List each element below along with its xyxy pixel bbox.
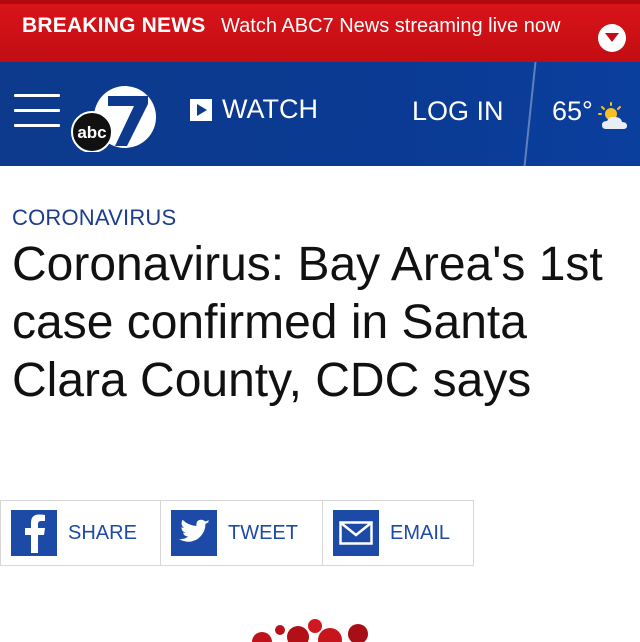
share-bar: SHARE TWEET EMAIL xyxy=(0,500,474,566)
watch-label: WATCH xyxy=(222,94,318,124)
article-image xyxy=(252,619,368,642)
envelope-icon xyxy=(333,510,379,556)
breaking-news-text[interactable]: Watch ABC7 News streaming live now xyxy=(221,15,560,38)
header-divider xyxy=(520,62,540,166)
email-share-label: EMAIL xyxy=(390,521,451,544)
menu-icon[interactable] xyxy=(14,94,60,128)
temperature[interactable]: 65° xyxy=(552,96,593,127)
site-header: abc WATCH LOG IN 65° xyxy=(0,62,640,166)
play-icon xyxy=(190,98,212,121)
facebook-share-button[interactable]: SHARE xyxy=(0,500,161,566)
article-category[interactable]: CORONAVIRUS xyxy=(12,205,176,231)
breaking-news-bar[interactable]: BREAKING NEWS Watch ABC7 News streaming … xyxy=(0,0,640,62)
twitter-tweet-label: TWEET xyxy=(228,521,298,544)
facebook-share-label: SHARE xyxy=(68,521,137,544)
watch-button[interactable]: WATCH xyxy=(190,94,318,125)
partly-sunny-icon[interactable] xyxy=(596,102,632,132)
chevron-down-icon[interactable] xyxy=(598,24,626,52)
facebook-icon xyxy=(11,510,57,556)
email-share-button[interactable]: EMAIL xyxy=(323,500,474,566)
twitter-icon xyxy=(171,510,217,556)
twitter-tweet-button[interactable]: TWEET xyxy=(161,500,323,566)
breaking-news-label: BREAKING NEWS xyxy=(22,14,206,37)
login-button[interactable]: LOG IN xyxy=(412,96,504,127)
article-headline: Coronavirus: Bay Area's 1st case confirm… xyxy=(12,238,603,407)
logo-text: abc xyxy=(77,123,106,142)
abc7-logo[interactable]: abc xyxy=(70,82,162,152)
